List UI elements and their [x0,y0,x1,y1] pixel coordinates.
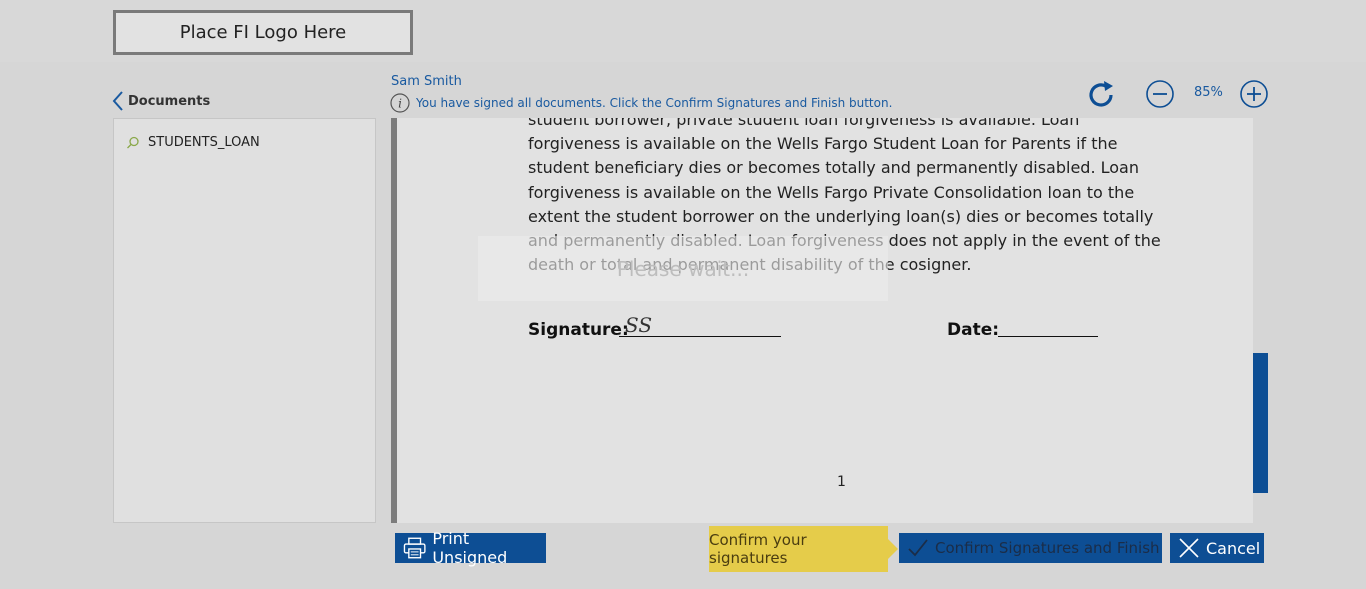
document-line: forgiveness is available on the Wells Fa… [528,134,1118,154]
zoom-out-icon[interactable] [1145,79,1175,109]
info-message-text: You have signed all documents. Click the… [416,96,893,110]
confirm-tooltip-text: Confirm your signatures [709,531,807,567]
signature-label: Signature: [528,320,629,340]
document-item-label: STUDENTS_LOAN [148,135,260,150]
refresh-icon[interactable] [1084,78,1118,112]
print-unsigned-label: Print Unsigned [432,529,508,567]
documents-back-link[interactable]: Documents [112,90,210,112]
zoom-level: 85% [1194,85,1223,100]
info-message: i You have signed all documents. Click t… [390,93,892,113]
confirm-tooltip: Confirm your signatures [709,526,898,572]
document-item-students-loan[interactable]: STUDENTS_LOAN [126,135,260,150]
printer-icon [403,537,426,559]
viewer-scrollbar-thumb[interactable] [1253,353,1268,493]
cancel-button[interactable]: Cancel [1170,533,1264,563]
date-line [998,336,1098,337]
document-line: student beneficiary dies or becomes tota… [528,158,1139,178]
document-viewer: student borrower, private student loan f… [391,118,1253,523]
user-name: Sam Smith [391,74,462,89]
confirm-signatures-button[interactable]: Confirm Signatures and Finish [899,533,1162,563]
document-line: forgiveness is available on the Wells Fa… [528,182,1135,202]
svg-text:i: i [398,97,402,111]
documents-sidebar: STUDENTS_LOAN [113,118,376,523]
document-line: extent the student borrower on the under… [528,206,1154,226]
loading-overlay: Please wait... [478,236,888,301]
confirm-signatures-label: Confirm Signatures and Finish [935,539,1160,557]
viewer-toolbar: 85% [1084,78,1274,110]
document-line: student borrower, private student loan f… [528,118,1080,129]
search-icon [127,136,139,148]
zoom-in-icon[interactable] [1239,79,1269,109]
signature-initials: SS [625,313,653,337]
info-icon: i [390,93,410,113]
cancel-label: Cancel [1206,538,1261,558]
close-icon [1179,538,1199,558]
documents-title: Documents [128,93,211,109]
top-bar: Place FI Logo Here [0,0,1366,62]
loading-text: Please wait... [616,256,750,281]
logo-placeholder: Place FI Logo Here [113,10,413,55]
logo-text: Place FI Logo Here [179,22,347,43]
chevron-left-icon [112,91,123,111]
date-label: Date: [947,320,1000,340]
print-unsigned-button[interactable]: Print Unsigned [395,529,546,567]
page-number: 1 [837,474,846,490]
checkmark-icon [908,539,928,557]
